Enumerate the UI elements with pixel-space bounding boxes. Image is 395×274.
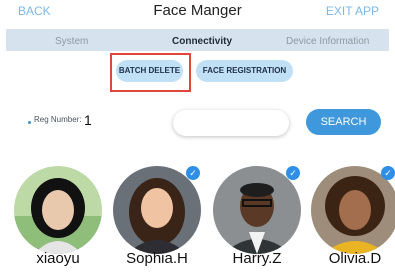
tab-system[interactable]: System: [55, 36, 88, 47]
selected-check-icon: ✓: [186, 166, 200, 180]
selected-check-icon: ✓: [381, 166, 395, 180]
search-button[interactable]: SEARCH: [306, 109, 381, 135]
reg-number-bullet: [28, 121, 31, 124]
user-name: Sophia.H: [126, 250, 188, 267]
selected-check-icon: ✓: [286, 166, 300, 180]
user-photo: [14, 166, 102, 254]
user-name: Harry.Z: [232, 250, 282, 267]
user-photo: [113, 166, 201, 254]
user-avatar-sophia[interactable]: [113, 166, 201, 254]
tab-device-information[interactable]: Device Information: [286, 36, 369, 47]
user-photo: [213, 166, 301, 254]
user-avatar-olivia[interactable]: [311, 166, 395, 254]
face-registration-button[interactable]: FACE REGISTRATION: [196, 60, 293, 82]
user-avatar-xiaoyu[interactable]: [14, 166, 102, 254]
batch-delete-button[interactable]: BATCH DELETE: [116, 60, 183, 82]
tab-connectivity[interactable]: Connectivity: [172, 36, 232, 47]
user-avatar-harry[interactable]: [213, 166, 301, 254]
reg-number-value: 1: [84, 112, 92, 128]
user-name: Olivia.D: [328, 250, 382, 267]
search-input[interactable]: [173, 110, 289, 136]
exit-app-button[interactable]: EXIT APP: [326, 4, 379, 18]
user-name: xiaoyu: [36, 250, 80, 267]
reg-number-label: Reg Number:: [34, 115, 82, 124]
user-photo: [311, 166, 395, 254]
